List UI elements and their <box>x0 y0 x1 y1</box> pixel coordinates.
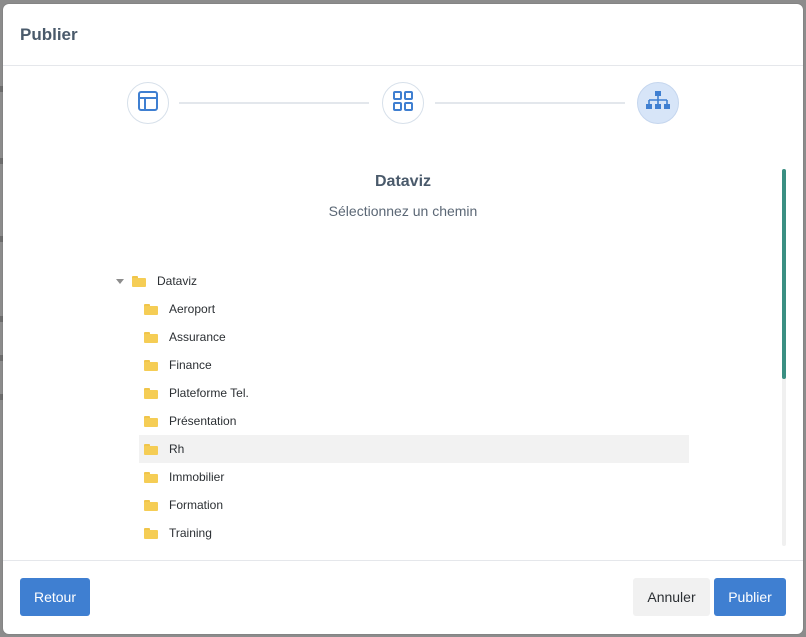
tree-item-label: Aeroport <box>169 302 216 316</box>
step-connector <box>435 102 625 104</box>
tree-item-label: Training <box>169 526 212 540</box>
tree-item-label: Assurance <box>169 330 226 344</box>
step-path[interactable] <box>637 82 679 124</box>
modal-footer: Retour Annuler Publier <box>3 560 803 634</box>
caret-down-icon[interactable] <box>116 278 124 284</box>
tree-item-label: Rh <box>169 442 185 456</box>
modal-title: Publier <box>20 24 78 44</box>
tree-item-formation[interactable]: Formation <box>139 491 689 519</box>
tree-item-label: Présentation <box>169 414 237 428</box>
tree-item-plateforme-tel[interactable]: Plateforme Tel. <box>139 379 689 407</box>
publish-button[interactable]: Publier <box>714 578 786 616</box>
tree-item-assurance[interactable]: Assurance <box>139 323 689 351</box>
folder-icon <box>144 331 158 343</box>
folder-tree: Dataviz Aeroport Assurance Finance Plate… <box>113 267 693 547</box>
folder-icon <box>144 303 158 315</box>
tree-item-label: Dataviz <box>157 274 198 288</box>
section-title: Dataviz <box>374 173 432 190</box>
scrollbar-thumb[interactable] <box>782 169 786 379</box>
tree-item-aeroport[interactable]: Aeroport <box>139 295 689 323</box>
tree-item-label: Immobilier <box>169 470 225 484</box>
tree-item-label: Plateforme Tel. <box>169 386 249 400</box>
folder-icon <box>144 499 158 511</box>
stepper <box>3 82 803 124</box>
publish-modal: Publier Dataviz Sélectionnez un chemin D… <box>3 4 803 634</box>
layout-icon <box>137 90 159 117</box>
scrollbar[interactable] <box>782 169 786 546</box>
tree-item-finance[interactable]: Finance <box>139 351 689 379</box>
folder-icon <box>144 415 158 427</box>
tree-children: Aeroport Assurance Finance Plateforme Te… <box>139 295 693 547</box>
tree-item-immobilier[interactable]: Immobilier <box>139 463 689 491</box>
folder-icon <box>144 527 158 539</box>
tree-item-label: Formation <box>169 498 224 512</box>
tree-item-rh[interactable]: Rh <box>139 435 689 463</box>
sitemap-icon <box>646 90 670 117</box>
back-button[interactable]: Retour <box>20 578 90 616</box>
folder-icon <box>144 359 158 371</box>
tree-item-label: Finance <box>169 358 212 372</box>
section-subtitle: Sélectionnez un chemin <box>328 203 478 219</box>
folder-icon <box>144 387 158 399</box>
folder-icon <box>144 443 158 455</box>
modal-header: Publier <box>3 4 803 66</box>
grid-icon <box>392 90 414 117</box>
path-selection-panel: Dataviz Sélectionnez un chemin Dataviz A… <box>3 164 803 549</box>
folder-icon <box>132 275 146 287</box>
tree-root-item[interactable]: Dataviz <box>113 267 693 295</box>
folder-icon <box>144 471 158 483</box>
step-grid[interactable] <box>382 82 424 124</box>
tree-item-training[interactable]: Training <box>139 519 689 547</box>
cancel-button[interactable]: Annuler <box>633 578 710 616</box>
tree-item-presentation[interactable]: Présentation <box>139 407 689 435</box>
step-connector <box>179 102 369 104</box>
step-layout[interactable] <box>127 82 169 124</box>
